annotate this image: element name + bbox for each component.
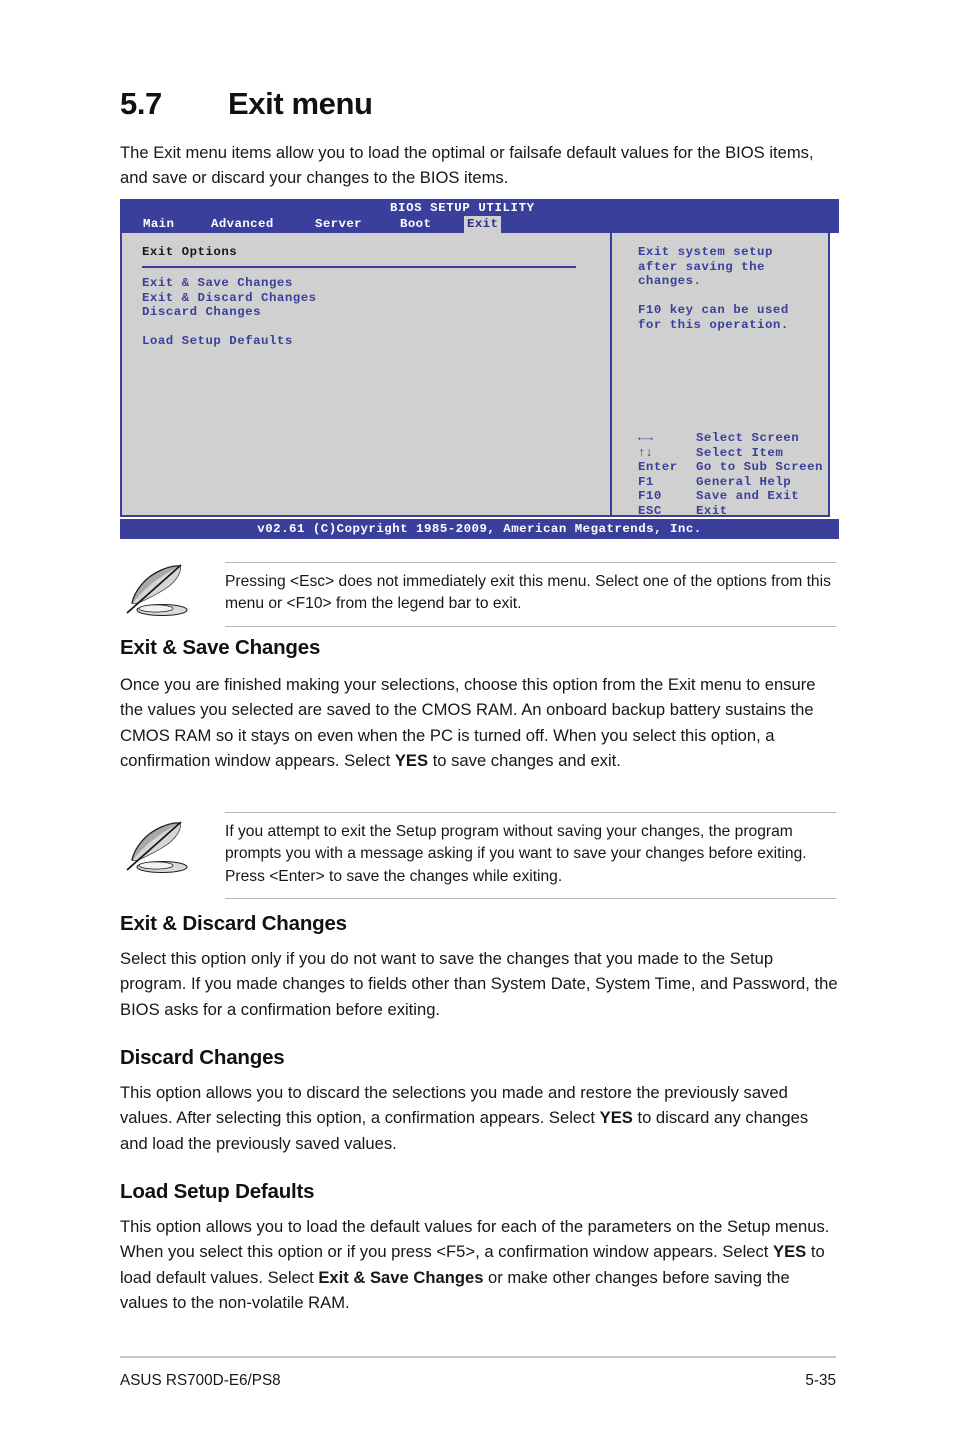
heading-load-setup-defaults: Load Setup Defaults (120, 1180, 315, 1203)
help-text-line-3: changes. (638, 274, 702, 289)
note-1-body: Pressing <Esc> does not immediately exit… (120, 563, 836, 626)
section-number: 5.7 (120, 86, 162, 121)
note-box-2: If you attempt to exit the Setup program… (120, 812, 836, 900)
bios-options-panel: Exit Options Exit & Save Changes Exit & … (122, 233, 610, 515)
para-discard-bold-yes: YES (599, 1108, 633, 1128)
legend-key-f1: F1 (638, 474, 654, 489)
note-2-text: If you attempt to exit the Setup program… (225, 823, 807, 885)
option-load-setup-defaults[interactable]: Load Setup Defaults (142, 334, 596, 349)
para-exit-save-part2: to save changes and exit. (428, 750, 621, 770)
left-right-arrow-icon: ←→ (638, 431, 653, 445)
para-load-bold-yes: YES (773, 1242, 807, 1262)
tab-server[interactable]: Server (312, 216, 365, 233)
help-text-line-4: F10 key can be used (638, 303, 789, 318)
legend-key-esc: ESC (638, 503, 662, 518)
heading-exit-save-changes: Exit & Save Changes (120, 636, 321, 659)
document-page: 5.7 Exit menu The Exit menu items allow … (0, 0, 954, 1438)
legend-row-enter: Enter Go to Sub Screen (638, 460, 823, 475)
page-title: 5.7 Exit menu (120, 86, 373, 122)
para-load-part1: This option allows you to load the defau… (120, 1217, 830, 1262)
bios-header-bar: BIOS SETUP UTILITY Main Advanced Server … (120, 199, 839, 233)
footer-product-name: ASUS RS700D-E6/PS8 (120, 1372, 281, 1389)
paragraph-exit-save-changes: Once you are finished making your select… (120, 672, 840, 773)
paragraph-exit-discard-changes: Select this option only if you do not wa… (120, 949, 838, 1019)
legend-desc-save-exit: Save and Exit (696, 489, 800, 504)
heading-exit-discard-changes: Exit & Discard Changes (120, 912, 347, 935)
option-exit-save-changes[interactable]: Exit & Save Changes (142, 276, 596, 291)
note-2-body: If you attempt to exit the Setup program… (120, 813, 836, 898)
section-title: Exit menu (228, 86, 373, 121)
legend-desc-sub-screen: Go to Sub Screen (696, 460, 823, 475)
para-load-bold-exit-save: Exit & Save Changes (318, 1267, 484, 1287)
note-box-1: Pressing <Esc> does not immediately exit… (120, 562, 836, 627)
bios-copyright-bar: v02.61 (C)Copyright 1985-2009, American … (120, 519, 839, 539)
legend-row-f10: F10 Save and Exit (638, 489, 823, 504)
help-spacer (638, 289, 828, 304)
quill-pen-icon (120, 563, 225, 619)
bios-body-panel: Exit Options Exit & Save Changes Exit & … (120, 233, 830, 518)
legend-key-enter: Enter (638, 460, 678, 475)
legend-desc-exit: Exit (696, 503, 728, 518)
bios-utility-title: BIOS SETUP UTILITY (390, 201, 535, 215)
help-text-line-5: for this operation. (638, 317, 789, 332)
note-2-bottom-rule (225, 898, 836, 900)
tab-exit[interactable]: Exit (464, 216, 502, 233)
tab-main[interactable]: Main (140, 216, 177, 233)
legend-desc-general-help: General Help (696, 474, 792, 489)
legend-key-f10: F10 (638, 489, 662, 504)
option-exit-discard-changes[interactable]: Exit & Discard Changes (142, 291, 596, 306)
bios-legend-bar: ←→ Select Screen ↑↓ Select Item Enter Go… (638, 431, 823, 519)
legend-desc-select-screen: Select Screen (696, 431, 800, 445)
option-discard-changes[interactable]: Discard Changes (142, 305, 596, 320)
exit-options-heading: Exit Options (142, 245, 238, 259)
paragraph-discard-changes: This option allows you to discard the se… (120, 1080, 840, 1156)
note-1-bottom-rule (225, 625, 836, 627)
legend-row-select-screen: ←→ Select Screen (638, 431, 823, 446)
help-text-line-1: Exit system setup (638, 245, 773, 259)
paragraph-load-setup-defaults: This option allows you to load the defau… (120, 1214, 840, 1315)
note-1-text: Pressing <Esc> does not immediately exit… (225, 573, 831, 613)
intro-paragraph: The Exit menu items allow you to load th… (120, 143, 814, 187)
tab-advanced[interactable]: Advanced (208, 216, 277, 233)
options-spacer (142, 320, 596, 335)
quill-pen-icon-2 (120, 813, 225, 887)
legend-desc-select-item: Select Item (696, 445, 784, 460)
footer-rule (120, 1356, 836, 1358)
legend-row-f1: F1 General Help (638, 475, 823, 490)
para-exit-save-bold-yes: YES (394, 750, 429, 770)
up-down-arrow-icon: ↑↓ (638, 445, 653, 460)
exit-options-list: Exit & Save Changes Exit & Discard Chang… (142, 276, 596, 349)
help-text-line-2: after saving the (638, 259, 765, 274)
footer-page-number: 5-35 (805, 1372, 836, 1389)
heading-discard-changes: Discard Changes (120, 1046, 285, 1069)
legend-row-select-item: ↑↓ Select Item (638, 446, 823, 461)
bios-setup-screenshot: BIOS SETUP UTILITY Main Advanced Server … (120, 199, 839, 539)
tab-boot[interactable]: Boot (397, 216, 434, 233)
legend-row-esc: ESC Exit (638, 504, 823, 519)
options-heading-rule (142, 266, 576, 268)
bios-help-panel: Exit system setup after saving the chang… (612, 233, 828, 518)
bios-menu-tabs: Main Advanced Server Boot Exit (120, 216, 839, 233)
